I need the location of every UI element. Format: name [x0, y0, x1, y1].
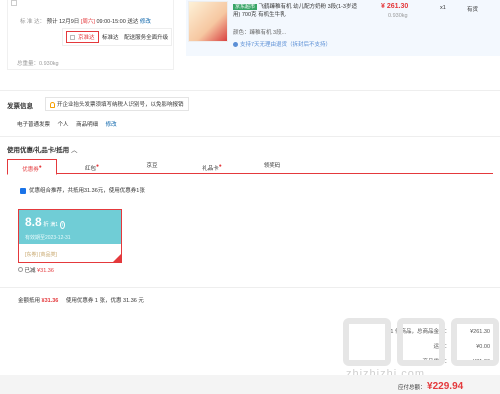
coupon-card-top: 8.8 折 满1 i 有效期至2023-12-31 — [19, 210, 121, 244]
invoice-person: 个人 — [57, 122, 69, 128]
checkbox-checked-icon[interactable] — [20, 187, 26, 194]
coupon-unit: 折 — [43, 222, 49, 228]
option-jd-precise[interactable]: 京准达 — [66, 31, 99, 43]
divider — [0, 90, 500, 91]
coupon-section-header[interactable]: 使用优惠/礼品卡/抵用 ︿ — [7, 144, 77, 154]
shipping-estimate: 预计 12月9日 — [46, 19, 80, 25]
coupon-validity: 有效期至2023-12-31 — [25, 235, 71, 241]
option-standard[interactable]: 标准达 — [102, 35, 119, 41]
coupon-discount: 8.8 — [25, 215, 42, 229]
option-upgrade[interactable]: 配送服务全面升级 — [124, 35, 168, 41]
tab-red-packet[interactable]: 红包● — [67, 159, 117, 174]
product-stock: 有货 — [467, 7, 479, 13]
tab-gift-card[interactable]: 礼品卡● — [187, 159, 237, 174]
tab-jd-beans[interactable]: 京豆 — [127, 159, 177, 174]
invoice-info: 电子普通发票 个人 商品明细 修改 — [17, 120, 117, 128]
product-title[interactable]: 京东超市 飞鹤臻稚有机 幼儿配方奶粉 3段(1-3岁适用) 700克 有机生牛乳 — [233, 3, 363, 19]
payable-label: 应付总额： — [398, 385, 426, 391]
coupon-section-title: 使用优惠/礼品卡/抵用 — [7, 147, 70, 154]
invoice-type: 电子普通发票 — [17, 122, 51, 128]
shipping-info: 标 准 达： 预计 12月9日 [周六] 09:00-15:00 送达 修改 — [20, 17, 151, 25]
recommend-text: 优惠组合推荐，共抵用31.36元，使用优惠券1张 — [29, 188, 145, 194]
option-icon — [70, 35, 75, 41]
watermark-logo — [343, 318, 500, 368]
bulb-icon — [50, 101, 55, 108]
clock-icon — [11, 0, 17, 6]
recommend-row[interactable]: 优惠组合推荐，共抵用31.36元，使用优惠券1张 — [20, 186, 145, 194]
product-weight: 0.930kg — [388, 13, 408, 19]
invoice-title: 发票信息 — [7, 103, 33, 110]
invoice-detail: 商品明细 — [76, 122, 99, 128]
invoice-notice: 开企业抬头发票须填写纳税人识别号，以免影响报销 — [45, 97, 189, 111]
product-price: ¥ 261.30 — [381, 3, 409, 10]
divider — [0, 136, 500, 137]
selected-check-icon — [113, 254, 121, 262]
info-icon — [18, 267, 23, 272]
coupon-condition: 满1 — [50, 222, 59, 228]
coupon-card[interactable]: 8.8 折 满1 i 有效期至2023-12-31 [东券] [商品类] — [18, 209, 122, 263]
shipping-edit-link[interactable]: 修改 — [140, 19, 151, 25]
coupon-tabs: 优惠券● 红包● 京豆 礼品卡● 领奖码 — [7, 159, 493, 175]
return-service: 支持7天无理由退货（拆封后不支持） — [233, 40, 331, 48]
total-weight: 总重量：0.930kg — [17, 61, 59, 67]
watermark-glyph — [397, 318, 445, 366]
delivery-options: 京准达 标准达 配送服务全面升级 — [62, 28, 173, 46]
divider — [0, 287, 500, 288]
tab-coupon[interactable]: 优惠券● — [7, 159, 57, 175]
coupon-used: 已减 ¥31.36 — [18, 266, 54, 274]
chevron-up-icon[interactable]: ︿ — [71, 147, 78, 154]
coupon-total: 金额抵用 ¥31.36 使用优惠券 1 张，优惠 31.36 元 — [18, 298, 144, 304]
coupon-tags: [东券] [商品类] — [25, 252, 57, 258]
shipping-weekday: [周六] — [80, 19, 95, 25]
shipping-label: 标 准 达： — [20, 19, 46, 25]
payable-amount: ¥229.94 — [427, 381, 464, 392]
info-icon[interactable]: i — [59, 221, 65, 229]
coupon-total-amount: ¥31.36 — [41, 298, 59, 304]
product-color: 颜色：臻稚有机 3段... — [233, 30, 287, 36]
payable-total: 应付总额： ¥229.94 — [398, 381, 463, 392]
watermark-glyph — [343, 318, 391, 366]
tab-prize-code[interactable]: 领奖码 — [247, 159, 297, 174]
product-qty: x1 — [440, 5, 446, 11]
jd-supermarket-tag: 京东超市 — [233, 4, 258, 10]
coupon-total-desc: 使用优惠券 1 张，优惠 31.36 元 — [65, 298, 144, 304]
coupon-used-amount: ¥31.36 — [37, 268, 54, 274]
product-image[interactable] — [188, 1, 228, 42]
invoice-edit-link[interactable]: 修改 — [106, 122, 117, 128]
service-icon — [233, 42, 238, 48]
watermark-glyph — [451, 318, 499, 366]
shipping-time: 09:00-15:00 送达 — [96, 19, 139, 25]
